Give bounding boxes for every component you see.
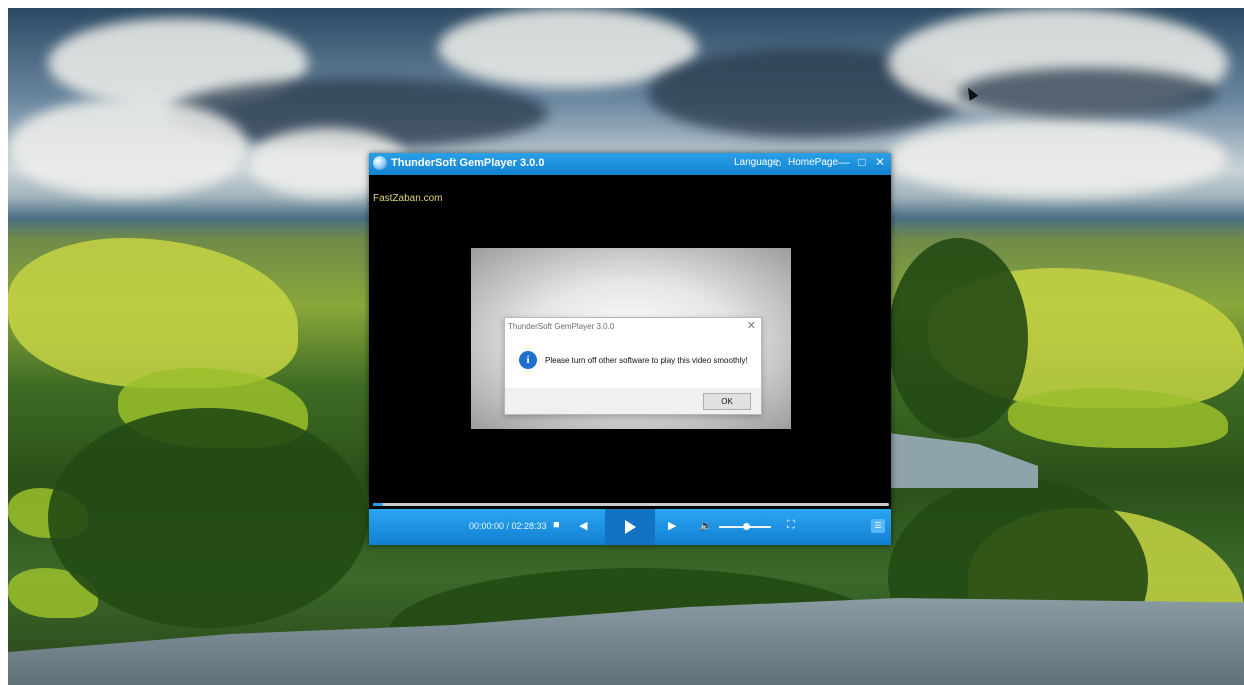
seek-bar[interactable] [373,503,889,506]
fullscreen-icon[interactable]: ⛶ [787,519,795,532]
watermark-text: FastZaban.com [373,193,443,204]
previous-icon[interactable]: ◀ [579,519,587,532]
minimize-icon[interactable]: — [837,155,851,171]
cloud [888,118,1228,198]
playlist-icon[interactable]: ☰ [871,519,885,533]
cloud [8,98,248,198]
gemplayer-logo-icon [373,156,387,170]
forest [48,408,368,628]
play-button[interactable] [605,509,655,545]
dialog-title: ThunderSoft GemPlayer 3.0.0 [508,322,615,331]
stop-icon[interactable]: ■ [553,519,560,531]
cloud [958,68,1218,118]
ok-button[interactable]: OK [703,393,751,410]
volume-knob[interactable] [743,523,751,530]
close-icon[interactable]: ✕ [747,319,756,332]
volume-slider[interactable] [719,523,771,530]
seek-progress [373,503,384,506]
language-menu[interactable]: Language [734,157,779,168]
dialog-message: Please turn off other software to play t… [545,356,748,365]
time-display: 00:00:00 / 02:28:33 [469,521,547,531]
info-icon: i [519,351,537,369]
volume-icon[interactable]: 🔈 [699,519,713,532]
window-title: ThunderSoft GemPlayer 3.0.0 [391,157,545,169]
home-icon[interactable]: ⌂ [775,157,782,169]
next-icon[interactable]: ▶ [668,519,676,532]
forest [888,238,1028,438]
dialog-footer: OK [505,388,761,414]
close-icon[interactable]: ✕ [873,155,887,171]
maximize-icon[interactable]: □ [855,155,869,171]
player-window: ThunderSoft GemPlayer 3.0.0 Language ⌂ H… [369,153,891,545]
homepage-link[interactable]: HomePage [788,157,838,168]
river [888,433,1038,488]
field [8,238,298,388]
title-bar[interactable]: ThunderSoft GemPlayer 3.0.0 Language ⌂ H… [369,153,891,175]
control-bar: 00:00:00 / 02:28:33 ■ ◀ ▶ 🔈 ⛶ ☰ [369,509,891,545]
play-icon [625,520,636,534]
info-dialog: ThunderSoft GemPlayer 3.0.0 ✕ i Please t… [504,317,762,415]
